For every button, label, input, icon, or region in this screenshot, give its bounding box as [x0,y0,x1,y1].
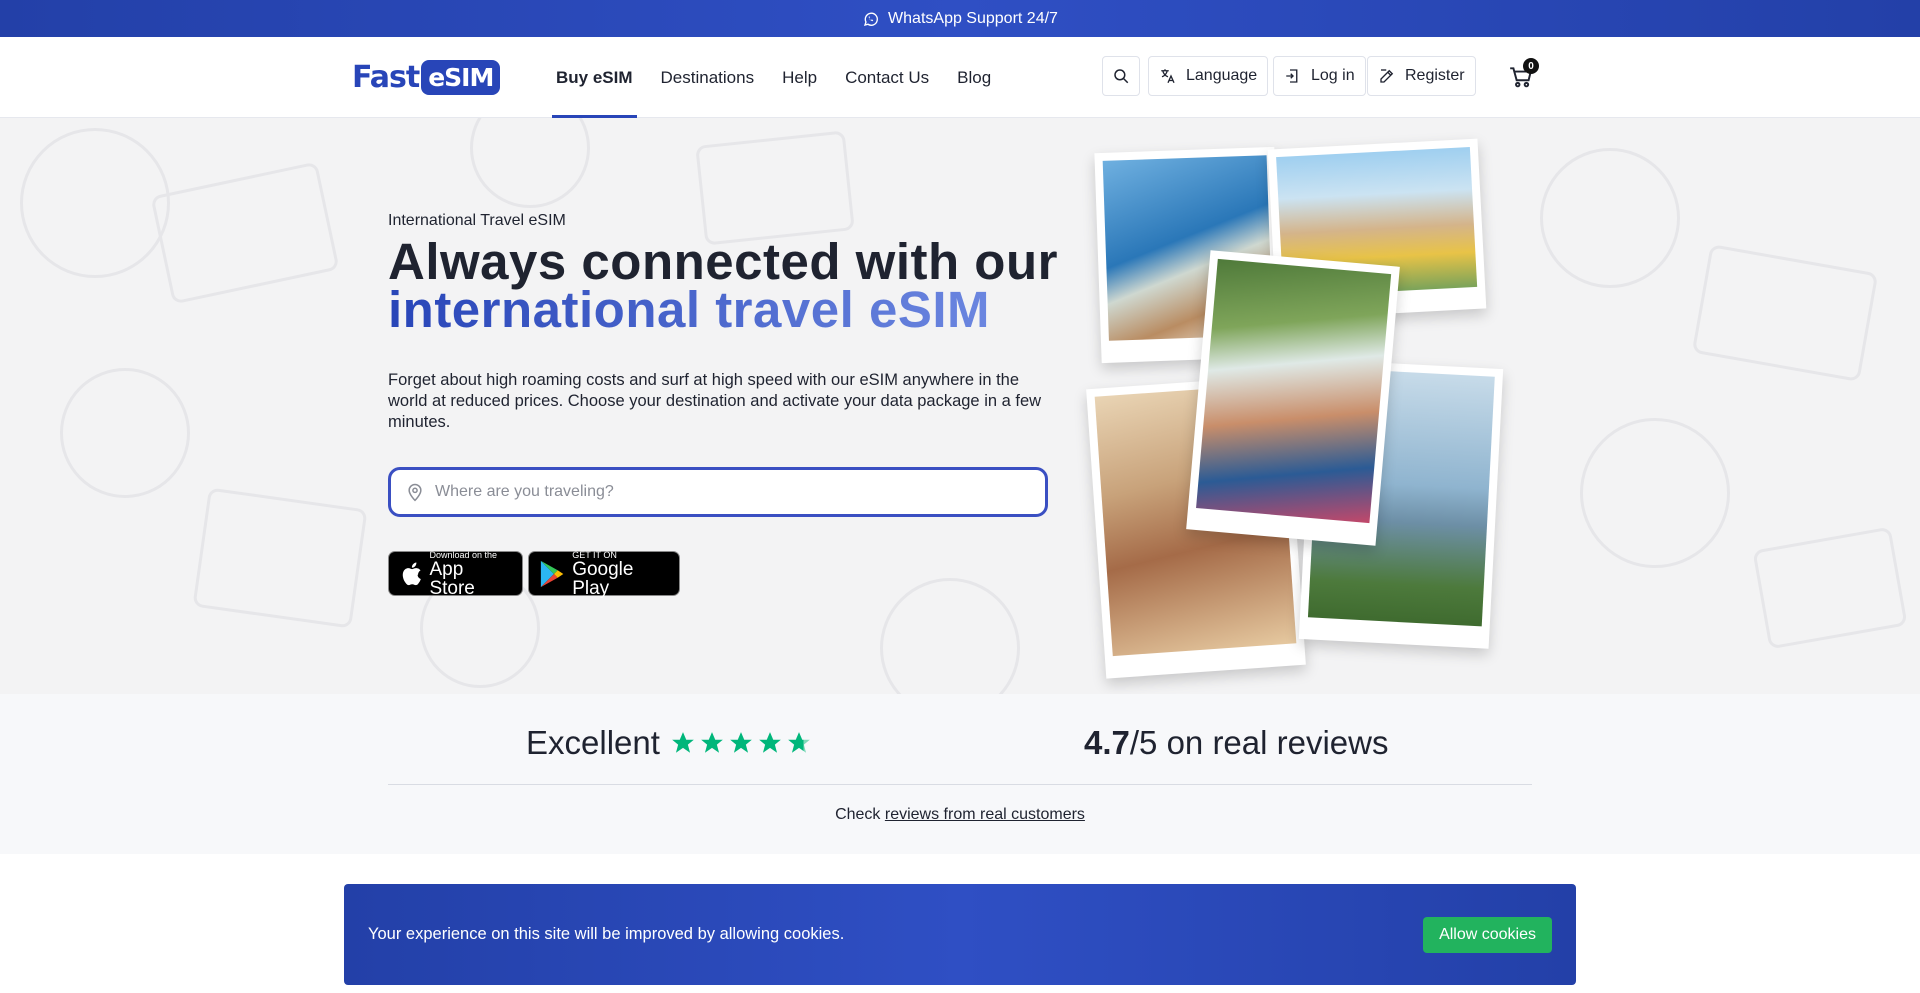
search-icon [1114,69,1129,84]
apple-icon [402,561,421,585]
google-play-big-text: Google Play [572,558,634,599]
app-store-big-text: App Store [429,558,475,599]
rating-value: 4.7 [1084,724,1130,761]
background-stamp [1752,526,1908,650]
destination-search[interactable] [388,467,1048,517]
main-nav: Buy eSIM Destinations Help Contact Us Bl… [552,37,995,118]
star-icon [730,732,752,753]
nav-blog[interactable]: Blog [953,37,995,118]
hero-title-line2: international travel eSIM [388,281,990,338]
logo-text-esim: eSIM [421,59,501,95]
star-icon [701,732,723,753]
language-label: Language [1186,67,1258,84]
hero-eyebrow: International Travel eSIM [388,212,566,229]
nav-destinations[interactable]: Destinations [657,37,759,118]
google-play-small-text: GET IT ON [572,549,617,560]
translate-icon [1161,69,1175,84]
background-stamp [1580,418,1730,568]
nav-contact-us[interactable]: Contact Us [841,37,933,118]
background-stamp [1691,244,1879,382]
fastesim-logo[interactable]: Fast eSIM [352,55,501,99]
logo-text-fast: Fast [352,59,420,95]
reviews-check: Check reviews from real customers [0,806,1920,824]
login-label: Log in [1311,67,1355,84]
background-stamp [60,368,190,498]
rating-label: Excellent [526,724,660,761]
app-store-badges: Download on the App Store GET IT ON Goog… [388,550,1068,598]
cookie-banner: Your experience on this site will be imp… [344,884,1576,985]
cookie-message: Your experience on this site will be imp… [368,925,845,943]
nav-help[interactable]: Help [778,37,821,118]
rating-scale-text: /5 on real reviews [1129,724,1389,761]
whatsapp-support-text: WhatsApp Support 24/7 [888,9,1058,27]
location-pin-icon [408,483,422,502]
app-store-small-text: Download on the [429,549,498,560]
rating-summary: Excellent [526,724,812,762]
cart-button[interactable]: 0 [1508,58,1539,92]
cart-count-badge: 0 [1523,58,1539,74]
reviews-link[interactable]: reviews from real customers [885,806,1085,823]
star-half-icon [788,732,810,753]
reviews-section: Excellent 4.7/5 on real reviews Check re… [0,694,1920,854]
app-store-button[interactable]: Download on the App Store [388,550,523,598]
photo-couple-waterfall [1186,250,1400,546]
background-stamp [1540,148,1680,288]
register-button[interactable]: Register [1367,56,1476,96]
hero-title: Always connected with our international … [388,236,1068,335]
rating-stars [670,730,812,756]
nav-buy-esim[interactable]: Buy eSIM [552,37,637,118]
divider [388,784,1532,785]
language-button[interactable]: Language [1148,56,1269,96]
register-label: Register [1405,67,1465,84]
google-play-icon [540,560,564,587]
destination-search-input[interactable] [435,483,1015,501]
app-store-text: Download on the App Store [429,550,512,598]
allow-cookies-button[interactable]: Allow cookies [1423,916,1552,953]
background-stamp [470,118,590,208]
background-stamp [192,487,368,629]
background-stamp [150,161,340,305]
google-play-button[interactable]: GET IT ON Google Play [528,550,680,598]
login-icon [1286,69,1298,83]
edit-icon [1380,69,1394,83]
google-play-text: GET IT ON Google Play [572,550,669,598]
site-header: Fast eSIM Buy eSIM Destinations Help Con… [0,37,1920,118]
search-button[interactable] [1102,56,1140,96]
reviews-check-prefix: Check [835,806,885,823]
hero-section: International Travel eSIM Always connect… [0,118,1920,694]
whatsapp-icon [864,12,878,26]
background-stamp [20,128,170,278]
rating-score: 4.7/5 on real reviews [1084,724,1389,762]
hero-description: Forget about high roaming costs and surf… [388,371,1042,431]
whatsapp-support-bar[interactable]: WhatsApp Support 24/7 [0,0,1920,37]
star-icon [672,732,694,753]
login-button[interactable]: Log in [1273,56,1366,96]
star-icon [759,732,781,753]
hero-content: International Travel eSIM Always connect… [388,212,1068,598]
